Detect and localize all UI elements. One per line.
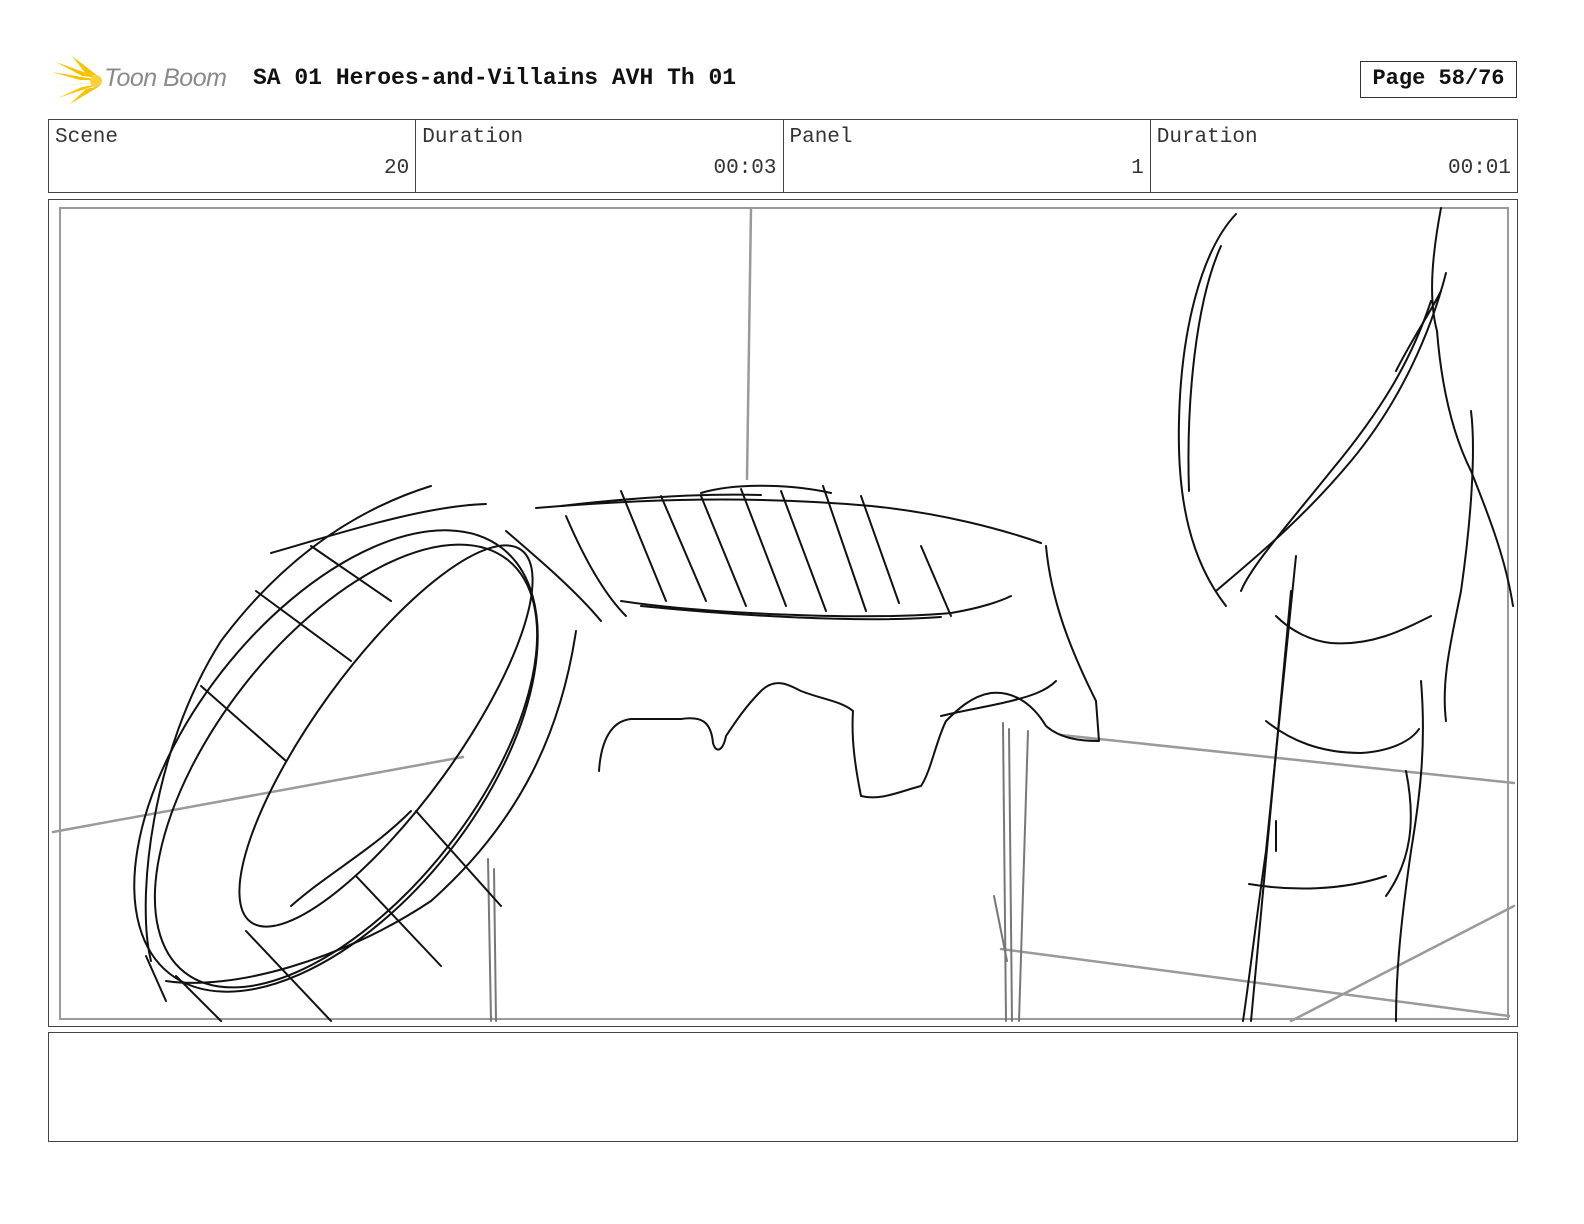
scene-info-table: Scene 20 Duration 00:03 Panel 1 Duration…	[48, 119, 1518, 193]
storyboard-panel	[48, 199, 1518, 1027]
panel-duration-cell: Duration 00:01	[1151, 120, 1517, 192]
scene-duration-value: 00:03	[713, 157, 777, 180]
page-number: Page 58/76	[1360, 61, 1517, 98]
scene-cell: Scene 20	[49, 120, 417, 192]
scene-duration-cell: Duration 00:03	[416, 120, 784, 192]
scene-value: 20	[384, 157, 410, 180]
panel-cell: Panel 1	[784, 120, 1151, 192]
scene-label: Scene	[55, 126, 119, 149]
document-title: SA 01 Heroes-and-Villains AVH Th 01	[253, 65, 737, 91]
panel-value: 1	[1131, 157, 1144, 180]
panel-duration-value: 00:01	[1447, 157, 1511, 180]
sketch-drawing	[51, 206, 1516, 1023]
scene-duration-label: Duration	[422, 126, 524, 149]
panel-duration-label: Duration	[1156, 126, 1258, 149]
panel-notes-box	[48, 1032, 1518, 1142]
panel-label: Panel	[789, 126, 853, 149]
logo-wordmark: Toon Boom	[104, 64, 227, 92]
